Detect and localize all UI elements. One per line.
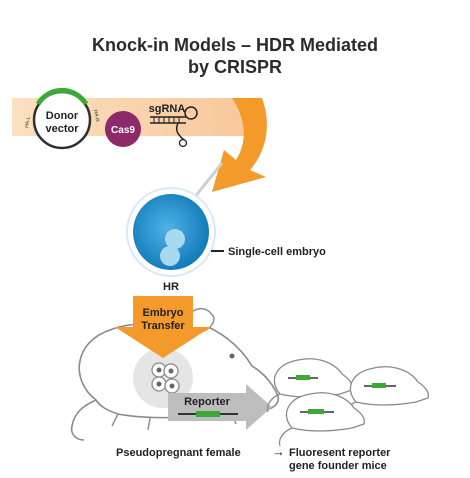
sgrna-label: sgRNA bbox=[149, 103, 186, 115]
hr-label: HR bbox=[163, 281, 179, 293]
cas9-label: Cas9 bbox=[111, 125, 135, 136]
offspring-line2: gene founder mice bbox=[289, 460, 387, 472]
embryo-transfer-line1: Embryo bbox=[143, 307, 184, 319]
donor-vector-line2: vector bbox=[45, 123, 79, 135]
female-label: Pseudopregnant female bbox=[116, 447, 241, 459]
reporter-label: Reporter bbox=[184, 396, 231, 408]
cas9: Cas9 bbox=[105, 111, 141, 147]
offspring-line1: Fluoresent reporter bbox=[289, 447, 391, 459]
donor-vector-line1: Donor bbox=[46, 110, 79, 122]
workflow-diagram: Donor vector HA-L HA-R Cas9 sgRNA Single… bbox=[12, 87, 430, 472]
embryo-label: Single-cell embryo bbox=[228, 246, 326, 258]
diagram-stage: Knock-in Models – HDR Mediated by CRISPR… bbox=[0, 0, 470, 478]
embryo-transfer-line2: Transfer bbox=[141, 320, 185, 332]
flow-arrow-glyph: → bbox=[272, 444, 285, 459]
founder-mouse-3 bbox=[278, 392, 366, 447]
single-cell-embryo bbox=[126, 187, 216, 277]
